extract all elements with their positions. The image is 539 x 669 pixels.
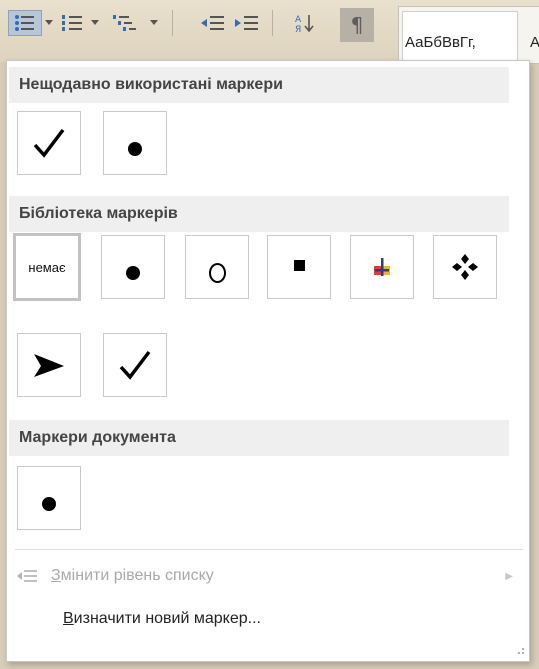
ribbon-separator xyxy=(272,10,273,36)
chevron-down-icon xyxy=(150,20,158,25)
library-bullet-check[interactable] xyxy=(103,333,167,397)
bullets-icon xyxy=(15,15,34,31)
recent-bullets-header: Нещодавно використані маркери xyxy=(9,67,509,103)
black-dot-icon xyxy=(42,497,56,511)
increase-indent-icon xyxy=(235,16,258,30)
recent-bullet-check[interactable] xyxy=(17,111,81,175)
library-bullet-arrowhead[interactable] xyxy=(17,333,81,397)
style-preview-text: АаБбВвГг, xyxy=(405,34,476,51)
library-bullet-dot[interactable] xyxy=(101,235,165,299)
define-new-bullet-item[interactable]: Визначити новий маркер... xyxy=(63,604,261,634)
chevron-down-icon xyxy=(45,20,53,25)
black-square-icon xyxy=(293,259,305,271)
check-mark-icon xyxy=(33,128,65,158)
show-formatting-marks-button[interactable]: ¶ xyxy=(340,8,374,42)
chevron-down-icon xyxy=(91,20,99,25)
increase-indent-button[interactable] xyxy=(232,10,262,36)
svg-text:A: A xyxy=(295,15,302,25)
check-mark-icon xyxy=(119,350,151,380)
numbering-icon xyxy=(62,15,82,31)
submenu-arrow-icon: ▶ xyxy=(505,570,513,582)
library-bullet-hollow-circle[interactable] xyxy=(185,235,249,299)
define-new-bullet-label: Визначити новий маркер... xyxy=(63,610,261,627)
none-label: немає xyxy=(28,259,66,275)
numbering-dropdown-arrow[interactable] xyxy=(89,10,101,36)
bullets-button[interactable] xyxy=(8,10,42,36)
multilevel-dropdown-arrow[interactable] xyxy=(148,10,160,36)
change-list-level-icon xyxy=(17,570,37,582)
sort-button[interactable]: A Я xyxy=(290,10,320,36)
four-diamond-icon xyxy=(452,254,478,280)
decrease-indent-icon xyxy=(201,16,224,30)
library-bullet-square[interactable] xyxy=(267,235,331,299)
resize-grip-icon[interactable] xyxy=(515,647,525,657)
arrowhead-icon xyxy=(34,354,64,377)
document-bullets-header: Маркери документа xyxy=(9,420,509,456)
change-list-level-label: Змінити рівень списку xyxy=(51,567,214,584)
bullets-dropdown-arrow[interactable] xyxy=(43,10,55,36)
black-dot-icon xyxy=(128,142,142,156)
style-preview-next: А xyxy=(530,34,539,51)
library-bullet-none[interactable]: немає xyxy=(13,233,81,301)
document-bullet-dot[interactable] xyxy=(17,466,81,530)
multilevel-list-button[interactable] xyxy=(106,10,146,36)
bullet-library-header: Бібліотека маркерів xyxy=(9,196,509,232)
bullet-library-dropdown: Нещодавно використані маркери Бібліотека… xyxy=(6,60,530,662)
ribbon-paragraph-group: A Я ¶ АаБбВвГг, А xyxy=(0,0,539,64)
sort-az-icon: A Я xyxy=(295,15,314,34)
hollow-circle-icon xyxy=(208,263,226,283)
change-list-level-item: Змінити рівень списку ▶ xyxy=(15,561,523,591)
svg-text:Я: Я xyxy=(295,25,301,34)
pilcrow-icon: ¶ xyxy=(350,13,364,37)
menu-divider xyxy=(15,549,523,550)
ribbon-separator xyxy=(172,10,173,36)
numbering-button[interactable] xyxy=(58,10,88,36)
recent-bullet-dot[interactable] xyxy=(103,111,167,175)
library-bullet-colored-plus[interactable] xyxy=(350,235,414,299)
library-bullet-four-diamond[interactable] xyxy=(433,235,497,299)
decrease-indent-button[interactable] xyxy=(198,10,228,36)
colored-plus-icon xyxy=(374,258,390,276)
black-dot-icon xyxy=(126,266,140,280)
multilevel-list-icon xyxy=(113,15,136,31)
